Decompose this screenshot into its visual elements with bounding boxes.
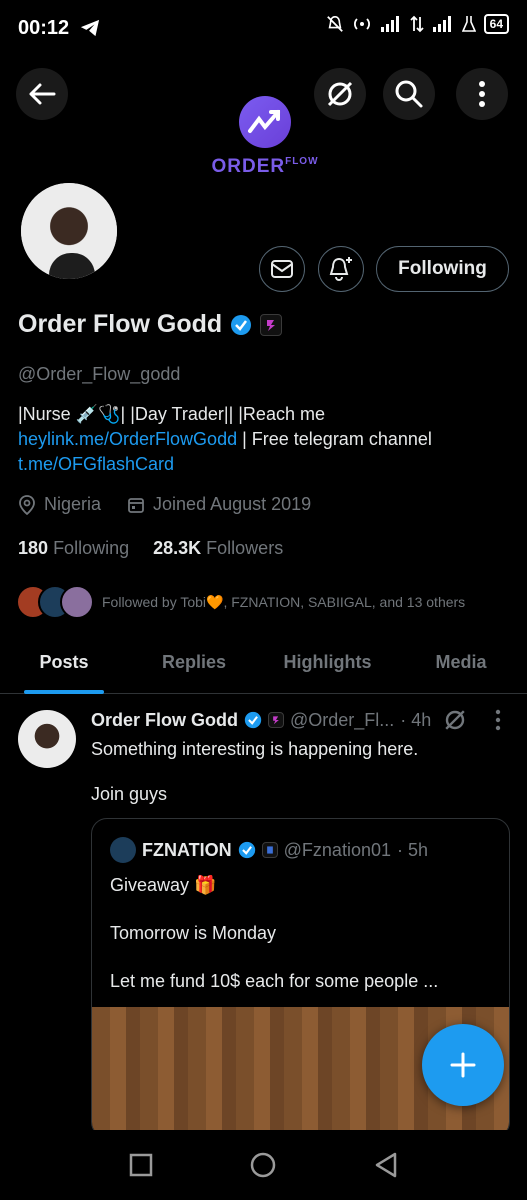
profile-bio: |Nurse 💉🩺| |Day Trader|| |Reach me heyli…: [18, 402, 498, 477]
grok-icon: [327, 81, 353, 107]
grok-icon[interactable]: [443, 708, 467, 732]
quoted-text-2: Tomorrow is Monday: [110, 923, 277, 943]
notifications-button[interactable]: [318, 246, 364, 292]
bell-plus-icon: [329, 257, 352, 281]
back-arrow-icon: [29, 83, 56, 105]
post-author-name[interactable]: Order Flow Godd: [91, 710, 238, 731]
status-bar: 00:12 64: [0, 0, 527, 56]
profile-banner: ORDERFLOW: [0, 56, 527, 196]
search-button[interactable]: [383, 68, 435, 120]
display-name: Order Flow Godd: [18, 310, 283, 339]
data-transfer-icon: [410, 15, 424, 33]
quoted-author-name: FZNATION: [142, 839, 232, 860]
bio-text-1: |Nurse 💉🩺| |Day Trader|| |Reach me: [18, 404, 325, 424]
following-button[interactable]: Following: [376, 246, 509, 292]
back-triangle-icon[interactable]: [373, 1151, 399, 1179]
bio-text-2: | Free telegram channel: [237, 429, 432, 449]
compose-post-button[interactable]: [422, 1024, 504, 1106]
verified-badge-icon: [244, 711, 262, 729]
profile-tabs: Posts Replies Highlights Media: [0, 632, 527, 694]
following-count: 180: [18, 538, 49, 558]
bio-link-telegram[interactable]: t.me/OFGflashCard: [18, 454, 174, 474]
calendar-icon: [128, 497, 144, 513]
recents-square-icon[interactable]: [128, 1152, 154, 1178]
grok-button[interactable]: [314, 68, 366, 120]
quoted-text-1: Giveaway 🎁: [110, 875, 217, 895]
followed-by-row[interactable]: Followed by Tobi🧡, FZNATION, SABIIGAL, a…: [16, 585, 465, 619]
logo-sub-text: FLOW: [285, 156, 319, 167]
signal-icon: [380, 16, 399, 32]
quoted-author-avatar: [110, 837, 136, 863]
display-name-text: Order Flow Godd: [18, 310, 223, 338]
mail-icon: [271, 260, 293, 278]
back-button[interactable]: [16, 68, 68, 120]
post-author-avatar[interactable]: [18, 710, 76, 768]
post-author-handle: @Order_Fl...: [290, 709, 395, 730]
home-circle-icon[interactable]: [249, 1151, 277, 1179]
profile-handle: @Order_Flow_godd: [18, 364, 181, 384]
verified-badge-icon: [238, 841, 255, 859]
followers-count: 28.3K: [153, 538, 202, 558]
mute-icon: [326, 15, 343, 32]
logo-chart-icon: [239, 96, 291, 148]
follower-avatar: [60, 585, 94, 619]
logo-main-text: ORDER: [211, 156, 286, 177]
message-button[interactable]: [259, 246, 305, 292]
joined-text: Joined August 2019: [153, 494, 312, 514]
post-more-icon[interactable]: [495, 709, 501, 731]
status-icons: 64: [326, 14, 509, 34]
lab-icon: [461, 16, 476, 32]
followers-label: Followers: [206, 538, 284, 558]
battery-indicator: 64: [483, 14, 509, 34]
following-label: Following: [53, 538, 130, 558]
affiliate-badge-icon: [268, 712, 284, 728]
tab-media[interactable]: Media: [395, 632, 527, 693]
post-text: Something interesting is happening here.: [91, 739, 419, 759]
quoted-post-time: · 5h: [397, 839, 429, 860]
system-nav-bar: [0, 1130, 527, 1200]
quoted-author-handle: @Fznation01: [283, 839, 391, 860]
status-time: 00:12: [18, 16, 70, 39]
following-stat[interactable]: 180 Following: [18, 538, 129, 559]
post-time: · 4h: [400, 709, 432, 730]
tab-highlights[interactable]: Highlights: [260, 632, 395, 693]
post-text-2: Join guys: [91, 784, 168, 804]
hotspot-icon: [353, 18, 370, 30]
follow-stats: 180 Following 28.3K Followers: [18, 538, 283, 559]
location-icon: [19, 494, 35, 515]
bio-link-heylink[interactable]: heylink.me/OrderFlowGodd: [18, 429, 237, 449]
profile-meta: Nigeria Joined August 2019: [18, 494, 311, 515]
post-header: Order Flow Godd @Order_Fl... · 4h: [91, 708, 501, 732]
logo-text: ORDERFLOW: [190, 156, 340, 178]
location-text: Nigeria: [44, 494, 102, 514]
more-vertical-icon: [479, 81, 485, 107]
search-icon: [395, 80, 423, 108]
signal-icon-2: [432, 16, 451, 32]
tab-replies[interactable]: Replies: [128, 632, 260, 693]
verified-badge-icon[interactable]: [230, 314, 252, 336]
quoted-post-header: FZNATION @Fznation01 · 5h: [110, 837, 428, 863]
telegram-icon: [81, 19, 100, 37]
profile-avatar[interactable]: [18, 180, 120, 282]
quoted-text-3: Let me fund 10$ each for some people ...: [110, 971, 439, 991]
plus-icon: [450, 1052, 476, 1078]
affiliate-badge-icon[interactable]: [260, 313, 283, 336]
followed-by-text: Followed by Tobi🧡, FZNATION, SABIIGAL, a…: [102, 593, 466, 610]
followers-stat[interactable]: 28.3K Followers: [153, 538, 283, 559]
tab-posts[interactable]: Posts: [0, 632, 128, 694]
affiliate-badge-icon: [261, 842, 278, 858]
more-options-button[interactable]: [456, 68, 508, 120]
